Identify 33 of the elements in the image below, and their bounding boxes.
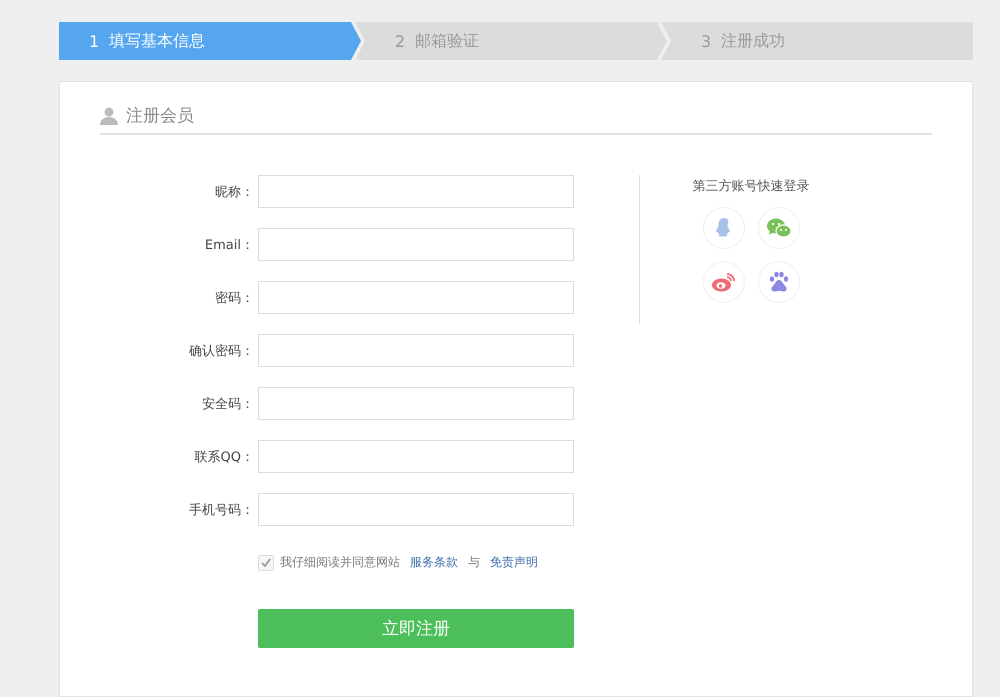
penguin-icon — [714, 217, 732, 239]
third-party-title: 第三方账号快速登录 — [692, 178, 810, 195]
social-login-button[interactable] — [702, 207, 744, 249]
agreement-checkbox[interactable] — [258, 554, 274, 570]
progress-step: 3 注册成功 — [661, 22, 973, 60]
social-login-button[interactable] — [758, 261, 800, 303]
field-label: 联系QQ： — [194, 448, 254, 466]
input-field[interactable] — [258, 175, 574, 208]
checkmark-icon — [261, 558, 271, 568]
agreement-text: 我仔细阅读并同意网站 — [280, 554, 400, 571]
input-field[interactable] — [258, 228, 574, 261]
social-login-button[interactable] — [758, 207, 800, 249]
field-label: 密码： — [214, 290, 254, 306]
input-field[interactable] — [258, 440, 574, 473]
field-label: 安全码： — [201, 396, 254, 412]
user-icon — [100, 106, 118, 124]
social-login-button[interactable] — [702, 261, 744, 303]
input-field[interactable] — [258, 281, 574, 314]
chat-bubbles-icon — [766, 217, 792, 239]
terms-link[interactable]: 服务条款 — [410, 554, 458, 571]
progress-step: 1 填写基本信息 — [59, 22, 361, 60]
disclaimer-link[interactable]: 免责声明 — [490, 554, 538, 571]
field-label: 确认密码： — [188, 342, 254, 360]
input-field[interactable] — [258, 387, 574, 420]
field-label: Email： — [204, 236, 254, 254]
agreement-joiner: 与 — [468, 554, 480, 571]
eye-logo-icon — [710, 271, 736, 293]
input-field[interactable] — [258, 334, 574, 367]
field-label: 昵称： — [214, 184, 254, 200]
field-label: 手机号码： — [188, 502, 254, 518]
progress-step: 2 邮箱验证 — [355, 22, 667, 60]
input-field[interactable] — [258, 493, 574, 526]
section-title: 注册会员 — [126, 105, 194, 127]
